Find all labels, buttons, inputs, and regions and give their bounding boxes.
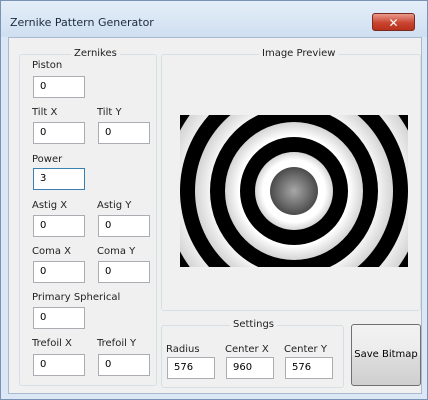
close-button[interactable]: ✕ (372, 13, 415, 31)
app-window: Zernike Pattern Generator ✕ Zernikes Pis… (0, 0, 428, 400)
center-x-field[interactable]: 960 (226, 357, 274, 379)
astig-y-label: Astig Y (97, 200, 132, 211)
center-y-label: Center Y (284, 344, 327, 355)
radius-field[interactable]: 576 (167, 357, 215, 379)
zernikes-group-title: Zernikes (71, 48, 120, 59)
trefoil-y-label: Trefoil Y (97, 338, 137, 349)
astig-x-field[interactable]: 0 (33, 215, 85, 237)
trefoil-x-field[interactable]: 0 (33, 354, 85, 376)
radius-label: Radius (166, 344, 200, 355)
image-preview-title: Image Preview (259, 48, 339, 59)
tilt-y-field[interactable]: 0 (98, 122, 150, 144)
preview-center (270, 167, 318, 215)
close-icon: ✕ (388, 16, 399, 30)
tilt-x-label: Tilt X (32, 107, 58, 118)
astig-y-field[interactable]: 0 (98, 215, 150, 237)
coma-y-label: Coma Y (97, 246, 136, 257)
save-bitmap-button[interactable]: Save Bitmap (351, 324, 421, 386)
piston-field[interactable]: 0 (33, 76, 85, 98)
coma-x-field[interactable]: 0 (33, 261, 85, 283)
trefoil-y-field[interactable]: 0 (98, 354, 150, 376)
coma-x-label: Coma X (32, 246, 71, 257)
center-x-label: Center X (225, 344, 269, 355)
astig-x-label: Astig X (32, 200, 68, 211)
save-bitmap-label: Save Bitmap (354, 349, 418, 360)
trefoil-x-label: Trefoil X (32, 338, 72, 349)
primary-spherical-field[interactable]: 0 (33, 307, 85, 329)
coma-y-field[interactable]: 0 (98, 261, 150, 283)
piston-label: Piston (32, 60, 63, 71)
power-field[interactable]: 3 (33, 168, 85, 190)
primary-spherical-label: Primary Spherical (32, 292, 121, 303)
power-label: Power (32, 154, 63, 165)
tilt-y-label: Tilt Y (97, 107, 122, 118)
settings-group-title: Settings (230, 319, 278, 330)
center-y-field[interactable]: 576 (285, 357, 333, 379)
title-bar[interactable]: Zernike Pattern Generator ✕ (1, 1, 427, 37)
tilt-x-field[interactable]: 0 (33, 122, 85, 144)
image-preview (180, 115, 408, 267)
window-title: Zernike Pattern Generator (10, 16, 154, 29)
